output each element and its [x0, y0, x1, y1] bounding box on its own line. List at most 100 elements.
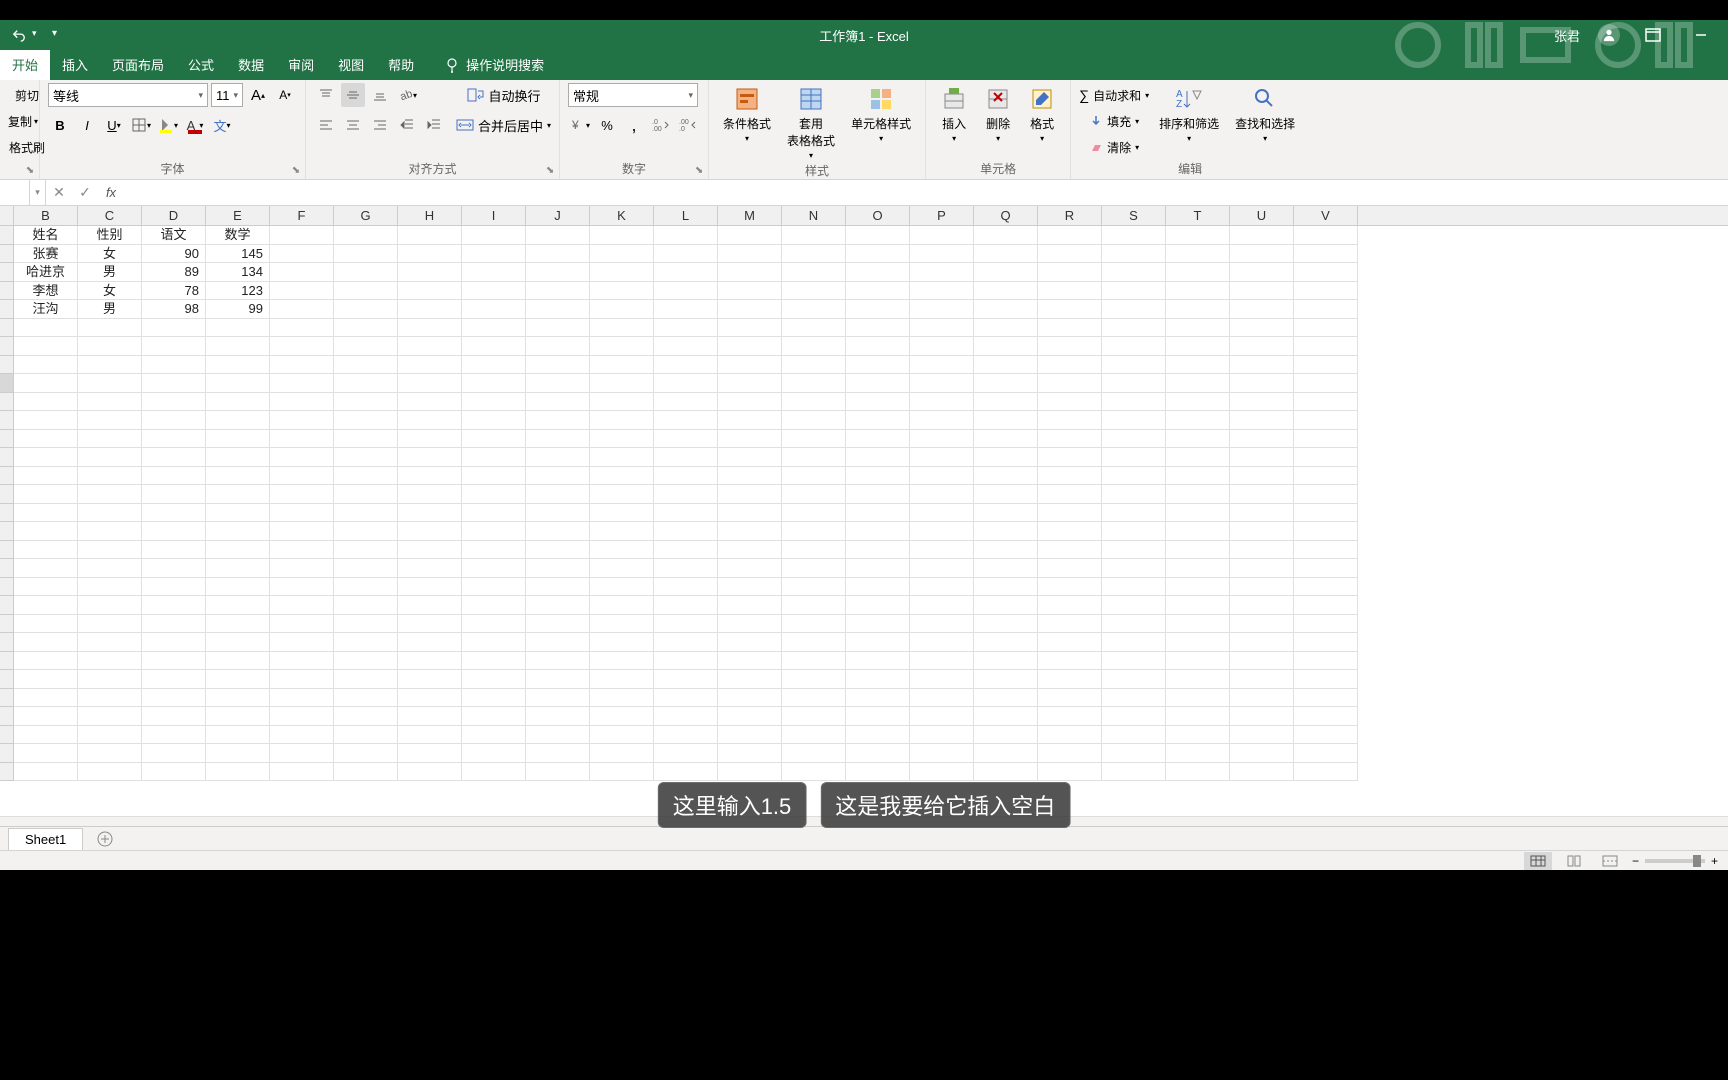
cell[interactable] [1102, 652, 1166, 671]
cell[interactable] [1166, 744, 1230, 763]
cell[interactable] [1294, 670, 1358, 689]
border-button[interactable]: ▾ [129, 113, 153, 137]
cell[interactable] [974, 670, 1038, 689]
cell[interactable] [526, 707, 590, 726]
cell[interactable] [1294, 504, 1358, 523]
cell[interactable] [270, 448, 334, 467]
cell[interactable] [1038, 319, 1102, 338]
cell[interactable] [78, 430, 142, 449]
fx-icon[interactable]: fx [98, 180, 124, 205]
cell[interactable] [1230, 522, 1294, 541]
cell[interactable] [1230, 430, 1294, 449]
cell[interactable] [1294, 337, 1358, 356]
cell[interactable]: 90 [142, 245, 206, 264]
cell[interactable] [1166, 578, 1230, 597]
row-header[interactable] [0, 504, 14, 523]
font-launcher-icon[interactable]: ⬊ [289, 163, 303, 177]
col-header[interactable]: O [846, 206, 910, 225]
cell[interactable] [270, 763, 334, 782]
cell[interactable] [462, 430, 526, 449]
cell[interactable] [718, 689, 782, 708]
cell[interactable] [1166, 319, 1230, 338]
cell[interactable] [1102, 282, 1166, 301]
align-center-icon[interactable] [341, 113, 365, 137]
cell[interactable] [334, 430, 398, 449]
cell[interactable] [1166, 485, 1230, 504]
enter-formula-icon[interactable]: ✓ [72, 180, 98, 205]
cell[interactable] [142, 337, 206, 356]
row-header[interactable] [0, 374, 14, 393]
cell[interactable] [1102, 522, 1166, 541]
cell[interactable] [846, 541, 910, 560]
cell[interactable] [846, 356, 910, 375]
col-header[interactable]: P [910, 206, 974, 225]
cell[interactable] [462, 393, 526, 412]
row-header[interactable] [0, 522, 14, 541]
cell[interactable] [334, 245, 398, 264]
select-all-corner[interactable] [0, 206, 14, 225]
cell[interactable] [398, 448, 462, 467]
cell[interactable] [910, 374, 974, 393]
cell[interactable] [142, 633, 206, 652]
cell[interactable] [1230, 707, 1294, 726]
tab-help[interactable]: 帮助 [376, 49, 426, 80]
cell[interactable] [1038, 726, 1102, 745]
cell[interactable] [654, 633, 718, 652]
cell[interactable] [1230, 263, 1294, 282]
decrease-decimal-icon[interactable]: .00.0 [676, 113, 700, 137]
cell[interactable] [1294, 763, 1358, 782]
row-header[interactable] [0, 689, 14, 708]
tab-page-layout[interactable]: 页面布局 [100, 49, 176, 80]
cell[interactable] [334, 726, 398, 745]
cell[interactable] [974, 485, 1038, 504]
cell[interactable] [654, 726, 718, 745]
delete-cells-button[interactable]: 删除▾ [978, 83, 1018, 145]
cell[interactable] [910, 763, 974, 782]
cell[interactable] [334, 559, 398, 578]
cell[interactable] [1166, 226, 1230, 245]
cell[interactable] [1294, 541, 1358, 560]
cell[interactable] [1166, 541, 1230, 560]
cell[interactable] [462, 763, 526, 782]
cell[interactable] [846, 744, 910, 763]
cell[interactable] [1102, 467, 1166, 486]
col-header[interactable]: F [270, 206, 334, 225]
col-header[interactable]: L [654, 206, 718, 225]
cell[interactable] [206, 726, 270, 745]
cell[interactable] [526, 300, 590, 319]
number-launcher-icon[interactable]: ⬊ [692, 163, 706, 177]
sort-filter-button[interactable]: AZ 排序和筛选▾ [1153, 83, 1225, 145]
cell[interactable] [910, 633, 974, 652]
cell[interactable] [654, 411, 718, 430]
cell[interactable] [846, 319, 910, 338]
comma-icon[interactable]: , [622, 113, 646, 137]
cell[interactable] [462, 282, 526, 301]
cell[interactable] [334, 522, 398, 541]
cell[interactable] [1102, 707, 1166, 726]
cell[interactable] [462, 263, 526, 282]
minimize-button[interactable] [1686, 25, 1716, 45]
cell[interactable] [974, 448, 1038, 467]
cell[interactable] [846, 596, 910, 615]
underline-button[interactable]: U▾ [102, 113, 126, 137]
cell[interactable] [1230, 448, 1294, 467]
cell[interactable] [782, 652, 846, 671]
cell[interactable] [206, 337, 270, 356]
cell[interactable] [462, 615, 526, 634]
cell[interactable] [206, 430, 270, 449]
col-header[interactable]: E [206, 206, 270, 225]
cell[interactable] [782, 633, 846, 652]
row-header[interactable] [0, 541, 14, 560]
cell[interactable] [718, 615, 782, 634]
cell[interactable] [910, 522, 974, 541]
cell[interactable] [782, 374, 846, 393]
cell[interactable] [1166, 430, 1230, 449]
cell[interactable] [974, 393, 1038, 412]
cell[interactable] [782, 578, 846, 597]
cell[interactable] [654, 504, 718, 523]
cell[interactable] [334, 652, 398, 671]
cell[interactable] [718, 707, 782, 726]
cell[interactable] [526, 744, 590, 763]
cell[interactable] [1230, 596, 1294, 615]
cell[interactable] [1294, 652, 1358, 671]
